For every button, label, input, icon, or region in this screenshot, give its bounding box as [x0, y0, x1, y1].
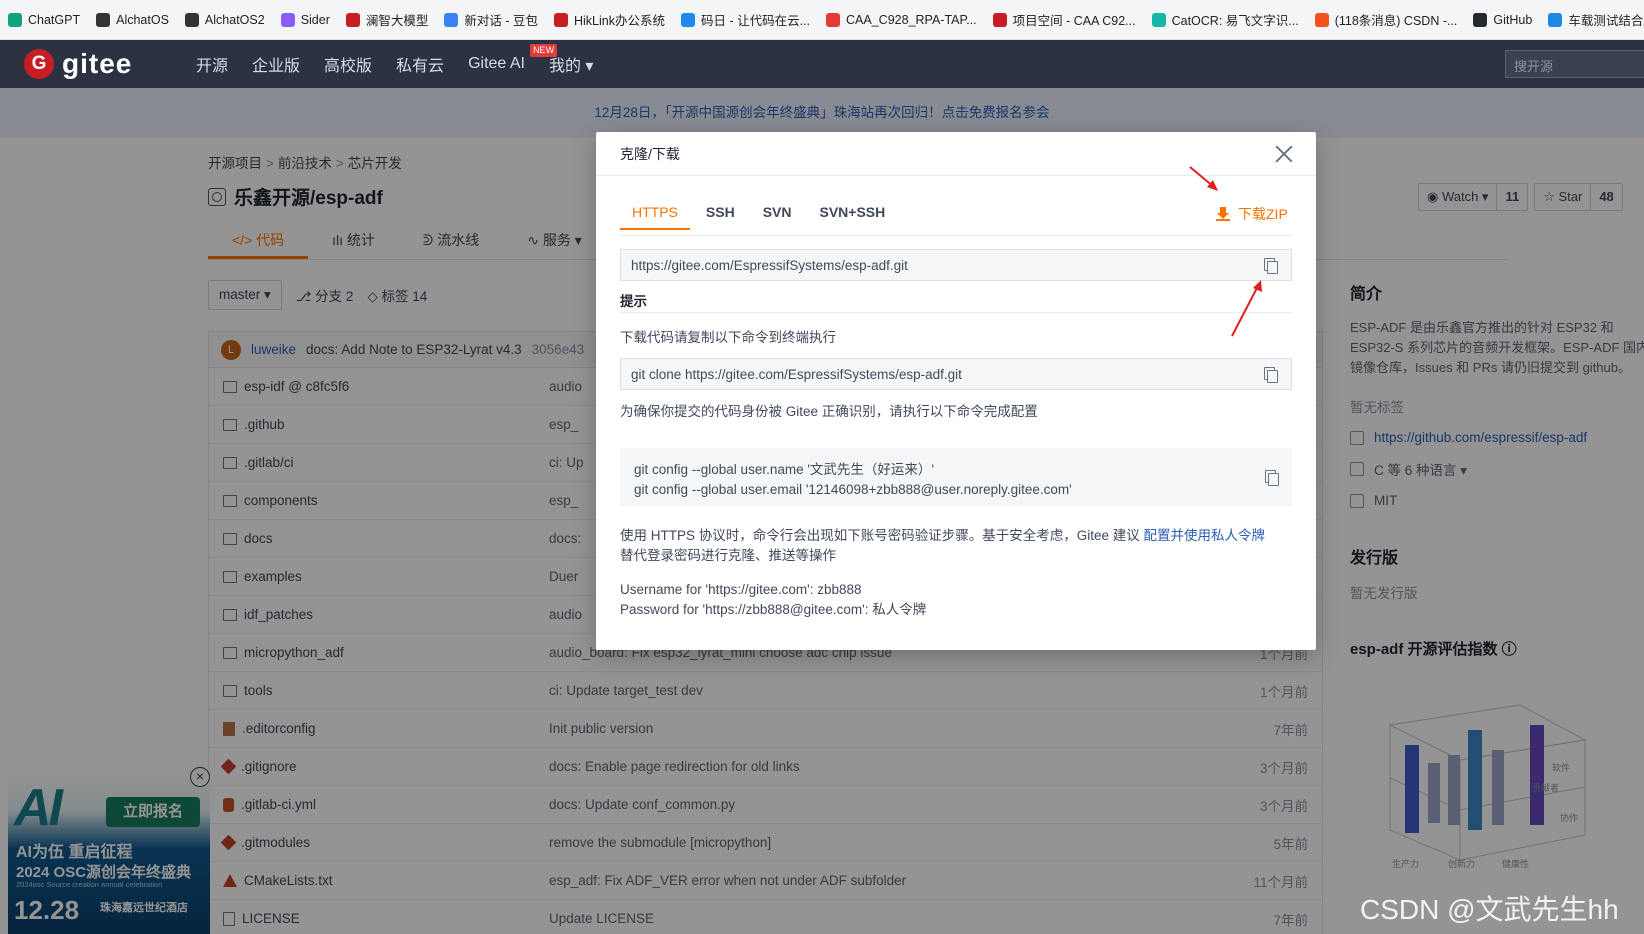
private-token-link[interactable]: 配置并使用私人令牌 [1144, 528, 1266, 543]
credential-lines: Username for 'https://gitee.com': zbb888… [620, 580, 926, 620]
copy-url-icon[interactable] [1264, 258, 1278, 274]
tip-copy-command: 下载代码请复制以下命令到终端执行 [620, 330, 836, 345]
bookmark-favicon-icon [96, 12, 111, 27]
username-line: Username for 'https://gitee.com': zbb888 [620, 582, 862, 597]
bookmarks-bar: ChatGPT AlchatOS AlchatOS2 Sider 澜智大模型 新对话 - … [0, 0, 1644, 40]
bookmark-favicon-icon [345, 12, 360, 27]
bookmark-item[interactable]: 车载测试结合ZCAN... [1548, 10, 1644, 29]
nav-gitee-ai-label: Gitee AI [468, 55, 525, 72]
nav-enterprise[interactable]: 企业版 [252, 52, 300, 76]
tab-svn-ssh[interactable]: SVN+SSH [807, 196, 897, 230]
bookmark-favicon-icon [280, 12, 295, 27]
bookmark-label: ChatGPT [28, 12, 81, 27]
nav-private-cloud[interactable]: 私有云 [396, 52, 444, 76]
bookmark-item[interactable]: (118条消息) CSDN -... [1314, 10, 1458, 29]
bookmark-label: 新对话 - 豆包 [464, 14, 538, 28]
bookmark-favicon-icon [1151, 12, 1166, 27]
bookmark-label: AlchatOS2 [204, 12, 265, 27]
search-input[interactable]: 搜开源 [1505, 50, 1644, 78]
protocol-tabs: HTTPS SSH SVN SVN+SSH [620, 196, 897, 230]
bookmark-favicon-icon [444, 12, 459, 27]
csdn-watermark: CSDN @文武先生hh [1360, 894, 1619, 925]
download-zip-label: 下载ZIP [1238, 206, 1288, 222]
config-email-line[interactable]: git config --global user.email '12146098… [634, 480, 1278, 500]
bookmark-label: AlchatOS [116, 12, 169, 27]
bookmark-item[interactable]: 码日 - 让代码在云... [681, 10, 810, 29]
bookmark-label: 项目空间 - CAA C92... [1012, 14, 1136, 28]
bookmark-label: 澜智大模型 [365, 14, 429, 28]
password-line: Password for 'https://zbb888@gitee.com':… [620, 602, 927, 617]
config-name-line[interactable]: git config --global user.name '文武先生（好运来）… [634, 460, 1278, 480]
logo-icon: G [24, 49, 54, 79]
annotation-arrow-icon [1231, 280, 1262, 337]
bookmark-favicon-icon [1548, 12, 1563, 27]
nav-gitee-ai[interactable]: Gitee AI NEW [468, 44, 558, 73]
https-note-text: 使用 HTTPS 协议时，命令行会出现如下账号密码验证步骤。基于安全考虑，Git… [620, 528, 1144, 543]
copy-config-icon[interactable] [1265, 470, 1279, 486]
bookmark-label: CAA_C928_RPA-TAP... [846, 12, 977, 27]
bookmark-label: (118条消息) CSDN -... [1334, 14, 1458, 28]
tips-divider [620, 312, 1292, 313]
gitee-header: G gitee 开源 企业版 高校版 私有云 Gitee AI NEW 我的 ▾ … [0, 40, 1644, 88]
download-zip-button[interactable]: 下载ZIP [1216, 204, 1288, 224]
https-note-text-2: 替代登录密码进行克隆、推送等操作 [620, 548, 836, 563]
bookmark-item[interactable]: CAA_C928_RPA-TAP... [826, 12, 977, 27]
nav-open-source[interactable]: 开源 [196, 52, 228, 76]
bookmark-favicon-icon [681, 12, 695, 27]
clone-url[interactable]: https://gitee.com/EspressifSystems/esp-a… [631, 258, 908, 273]
bookmark-label: CatOCR: 易飞文字识... [1171, 14, 1299, 28]
bookmark-item[interactable]: CatOCR: 易飞文字识... [1151, 10, 1299, 29]
tab-ssh[interactable]: SSH [694, 196, 747, 230]
bookmark-item[interactable]: GitHub [1473, 12, 1533, 27]
bookmark-label: HikLink办公系统 [574, 14, 665, 28]
download-icon [1216, 207, 1230, 221]
bookmark-label: 车载测试结合ZCAN... [1568, 14, 1644, 28]
bookmark-favicon-icon [8, 12, 22, 27]
bookmark-item[interactable]: 新对话 - 豆包 [444, 10, 538, 29]
tip-config: 为确保你提交的代码身份被 Gitee 正确识别，请执行以下命令完成配置 [620, 404, 1038, 419]
bookmark-item[interactable]: 项目空间 - CAA C92... [992, 10, 1136, 29]
clone-download-dialog: 克隆/下载 HTTPS SSH SVN SVN+SSH 下载ZIP https:… [596, 132, 1316, 650]
bookmark-item[interactable]: ChatGPT [8, 12, 81, 27]
copy-command-icon[interactable] [1264, 367, 1278, 383]
clone-command[interactable]: git clone https://gitee.com/EspressifSys… [631, 367, 962, 382]
tips-title: 提示 [620, 294, 647, 309]
nav-mine[interactable]: 我的 ▾ [549, 52, 593, 76]
bookmark-item[interactable]: HikLink办公系统 [554, 10, 665, 29]
logo-text: gitee [62, 48, 133, 79]
bookmark-item[interactable]: 澜智大模型 [345, 10, 429, 29]
bookmark-favicon-icon [992, 12, 1007, 27]
bookmark-favicon-icon [1314, 12, 1329, 27]
bookmark-favicon-icon [554, 12, 568, 27]
bookmark-item[interactable]: Sider [280, 12, 330, 27]
bookmark-label: 码日 - 让代码在云... [701, 14, 811, 28]
clone-command-field[interactable]: git clone https://gitee.com/EspressifSys… [620, 358, 1292, 390]
tab-svn[interactable]: SVN [751, 196, 804, 230]
git-config-block[interactable]: git config --global user.name '文武先生（好运来）… [620, 448, 1292, 506]
tabs-divider [620, 235, 1292, 236]
annotation-arrow-icon [1189, 166, 1218, 191]
bookmark-label: GitHub [1493, 12, 1533, 27]
bookmark-label: Sider [300, 12, 330, 27]
clone-url-field[interactable]: https://gitee.com/EspressifSystems/esp-a… [620, 249, 1292, 281]
close-icon[interactable] [1274, 144, 1294, 164]
bookmark-favicon-icon [184, 12, 199, 27]
https-note: 使用 HTTPS 协议时，命令行会出现如下账号密码验证步骤。基于安全考虑，Git… [620, 526, 1292, 566]
bookmark-favicon-icon [826, 12, 841, 27]
tab-https[interactable]: HTTPS [620, 196, 690, 230]
bookmark-favicon-icon [1473, 12, 1488, 27]
bookmark-item[interactable]: AlchatOS [96, 12, 169, 27]
nav-education[interactable]: 高校版 [324, 52, 372, 76]
bookmark-item[interactable]: AlchatOS2 [184, 12, 265, 27]
gitee-logo[interactable]: G gitee [24, 48, 176, 80]
